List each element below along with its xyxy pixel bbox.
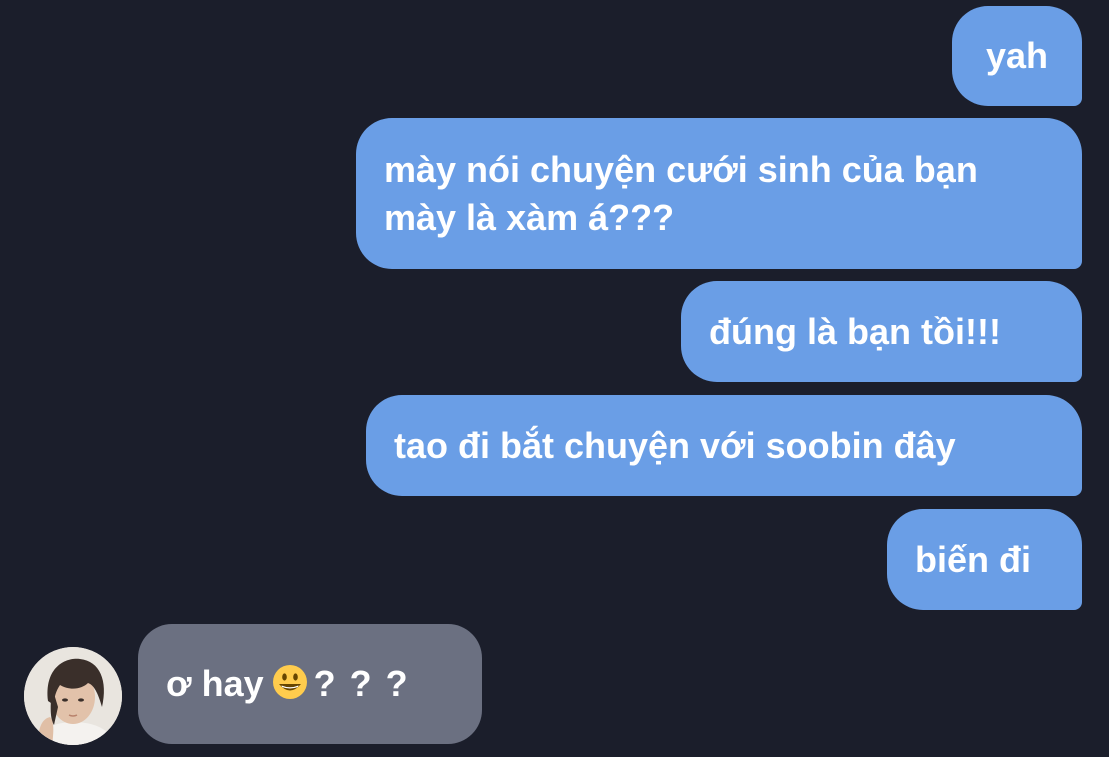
contact-avatar[interactable] <box>24 647 122 745</box>
message-text: đúng là bạn tồi!!! <box>709 310 1001 352</box>
message-text: biến đi <box>915 538 1031 580</box>
message-text: tao đi bắt chuyện với soobin đây <box>394 424 956 466</box>
message-bubble-outgoing[interactable]: mày nói chuyện cưới sinh của bạn mày là … <box>356 118 1082 269</box>
avatar-image <box>24 647 122 745</box>
message-bubble-incoming[interactable]: ơ hay ? ? ? <box>138 624 482 744</box>
message-text: mày nói chuyện cưới sinh của bạn mày là … <box>384 148 978 238</box>
message-bubble-outgoing[interactable]: biến đi <box>887 509 1082 610</box>
chat-thread: yah mày nói chuyện cưới sinh của bạn mày… <box>0 0 1109 757</box>
message-bubble-outgoing[interactable]: tao đi bắt chuyện với soobin đây <box>366 395 1082 496</box>
message-bubble-outgoing[interactable]: yah <box>952 6 1082 106</box>
message-text: yah <box>985 35 1049 76</box>
message-bubble-outgoing[interactable]: đúng là bạn tồi!!! <box>681 281 1082 382</box>
grinning-face-icon <box>272 664 308 700</box>
message-text: ơ hay <box>166 663 264 704</box>
message-text: ? ? ? <box>313 663 410 704</box>
